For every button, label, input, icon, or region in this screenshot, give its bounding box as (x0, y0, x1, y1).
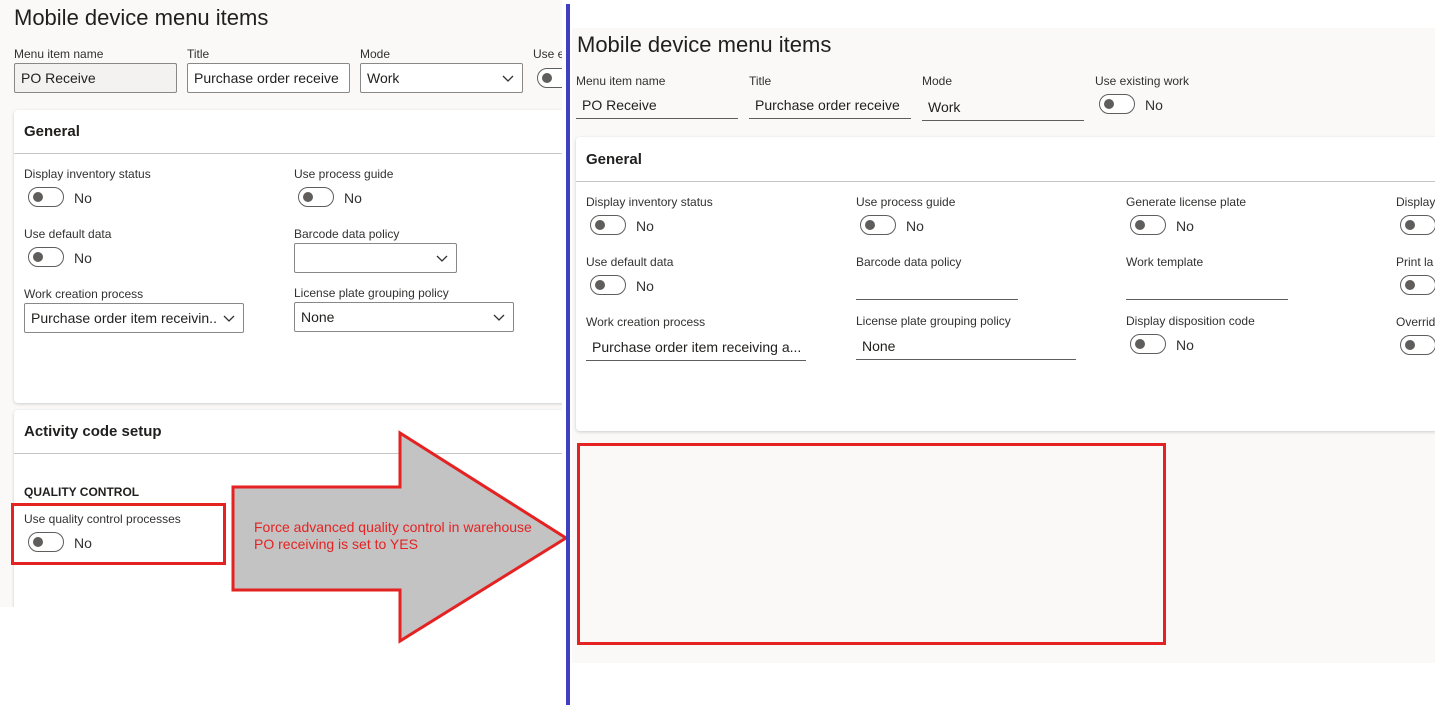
chevron-down-icon (502, 75, 514, 82)
display-disposition-code-toggle[interactable] (1130, 334, 1166, 354)
work-creation-process-label: Work creation process (586, 315, 706, 329)
display-inventory-status-label: Display inventory status (586, 195, 713, 209)
use-process-guide-value: No (344, 190, 362, 206)
general-section-title[interactable]: General (24, 123, 80, 140)
display-clipped-toggle[interactable] (1400, 215, 1435, 235)
override-clipped-toggle[interactable] (1400, 335, 1435, 355)
menu-item-name-field[interactable]: PO Receive (14, 63, 177, 93)
work-creation-process-field[interactable]: Purchase order item receiving a... (586, 334, 806, 361)
barcode-data-policy-select[interactable] (294, 243, 457, 273)
use-process-guide-label: Use process guide (856, 195, 956, 209)
mode-label: Mode (922, 74, 953, 88)
title-field[interactable]: Purchase order receive (749, 92, 911, 119)
generate-license-plate-toggle[interactable] (1130, 215, 1166, 235)
work-creation-process-label: Work creation process (24, 287, 144, 301)
quality-control-heading: QUALITY CONTROL (24, 485, 140, 499)
license-plate-grouping-policy-field[interactable]: None (856, 333, 1076, 360)
display-disposition-code-label: Display disposition code (1126, 314, 1255, 328)
license-plate-grouping-policy-select[interactable]: None (294, 302, 514, 332)
barcode-data-policy-field[interactable] (856, 273, 1018, 300)
display-disposition-code-value: No (1176, 337, 1194, 353)
panel-divider (566, 4, 570, 705)
use-default-data-value: No (74, 250, 92, 266)
missing-section-highlight-box (577, 443, 1166, 645)
activity-code-setup-title[interactable]: Activity code setup (24, 423, 162, 440)
override-clipped-label: Overrid (1396, 315, 1435, 329)
chevron-down-icon (493, 314, 505, 321)
title-label: Title (749, 74, 772, 88)
chevron-down-icon (223, 315, 235, 322)
license-plate-grouping-policy-label: License plate grouping policy (856, 314, 1011, 328)
generate-license-plate-value: No (1176, 218, 1194, 234)
work-template-field[interactable] (1126, 273, 1288, 300)
display-inventory-status-label: Display inventory status (24, 167, 151, 181)
use-default-data-label: Use default data (24, 227, 112, 241)
menu-item-name-field[interactable]: PO Receive (576, 92, 738, 119)
work-creation-process-value: Purchase order item receivin... (31, 310, 217, 326)
display-inventory-status-toggle[interactable] (28, 187, 64, 207)
title-field[interactable]: Purchase order receive (187, 63, 350, 93)
title-label: Title (187, 47, 210, 61)
mode-select[interactable]: Work (360, 63, 523, 93)
barcode-data-policy-label: Barcode data policy (856, 255, 962, 269)
mode-field[interactable]: Work (922, 94, 1084, 121)
print-clipped-label: Print la (1396, 255, 1434, 269)
use-existing-work-label: Use existing work (1095, 74, 1190, 88)
chevron-down-icon (436, 255, 448, 262)
page-title: Mobile device menu items (577, 32, 832, 57)
display-clipped-label: Display (1396, 195, 1435, 209)
work-creation-process-select[interactable]: Purchase order item receivin... (24, 303, 244, 333)
arrow-annotation-text: Force advanced quality control in wareho… (254, 519, 532, 552)
display-inventory-status-value: No (74, 190, 92, 206)
mode-select-value: Work (367, 70, 400, 86)
use-process-guide-value: No (906, 218, 924, 234)
use-default-data-label: Use default data (586, 255, 674, 269)
use-process-guide-label: Use process guide (294, 167, 394, 181)
generate-license-plate-label: Generate license plate (1126, 195, 1247, 209)
use-default-data-value: No (636, 278, 654, 294)
page-title: Mobile device menu items (14, 5, 269, 30)
menu-item-name-label: Menu item name (14, 47, 104, 61)
use-process-guide-toggle[interactable] (860, 215, 896, 235)
print-clipped-toggle[interactable] (1400, 275, 1435, 295)
qc-highlight-box (11, 503, 226, 565)
display-inventory-status-toggle[interactable] (590, 215, 626, 235)
barcode-data-policy-label: Barcode data policy (294, 227, 400, 241)
general-section-title[interactable]: General (586, 151, 642, 168)
work-template-label: Work template (1126, 255, 1204, 269)
license-plate-grouping-policy-value: None (301, 309, 335, 325)
use-existing-work-value: No (1145, 97, 1163, 113)
use-existing-work-label: Use e (533, 47, 562, 61)
general-divider (14, 153, 562, 154)
use-process-guide-toggle[interactable] (298, 187, 334, 207)
use-existing-work-toggle[interactable] (1099, 94, 1135, 114)
menu-item-name-label: Menu item name (576, 74, 666, 88)
display-inventory-status-value: No (636, 218, 654, 234)
use-default-data-toggle[interactable] (590, 275, 626, 295)
license-plate-grouping-policy-label: License plate grouping policy (294, 286, 449, 300)
use-default-data-toggle[interactable] (28, 247, 64, 267)
general-divider (576, 181, 1435, 182)
mode-label: Mode (360, 47, 391, 61)
use-existing-work-toggle[interactable] (537, 68, 562, 88)
